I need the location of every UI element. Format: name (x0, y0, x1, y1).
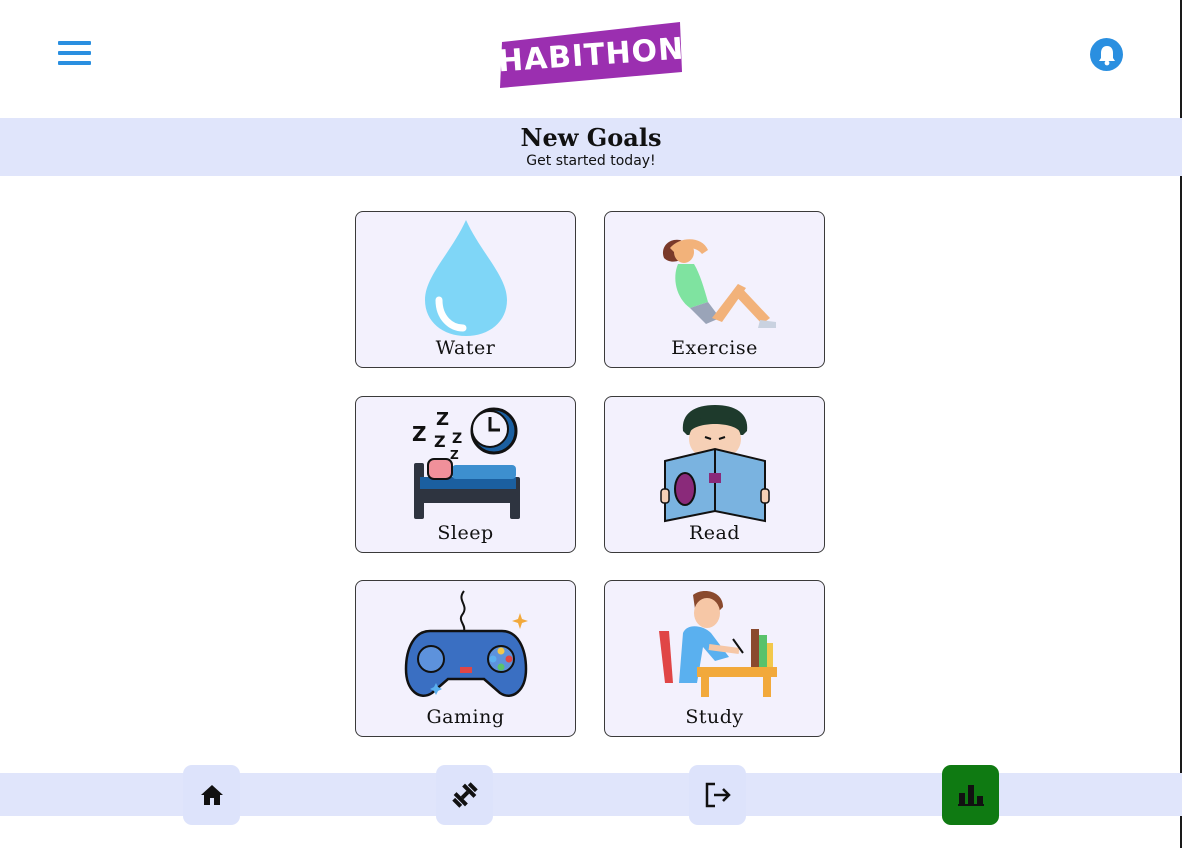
study-desk-icon (658, 591, 777, 697)
goal-card-sleep[interactable]: Z Z Z Z Z Sleep (355, 396, 576, 553)
goal-card-study[interactable]: Study (604, 580, 825, 737)
logo-text: HABITHON (496, 31, 686, 79)
bar-chart-icon (957, 785, 984, 806)
page-title: New Goals (520, 123, 662, 152)
dumbbell-icon (451, 782, 478, 808)
bell-icon[interactable] (1090, 38, 1123, 71)
sleep-bed-icon: Z Z Z Z Z (412, 407, 520, 519)
exercise-situp-icon (662, 239, 776, 328)
svg-text:Z: Z (452, 431, 462, 447)
goal-label: Read (688, 522, 741, 544)
logout-icon (705, 782, 731, 808)
home-icon (200, 785, 223, 805)
goal-label: Water (435, 337, 496, 359)
goal-card-exercise[interactable]: Exercise (604, 211, 825, 368)
svg-text:Z: Z (412, 422, 427, 446)
goal-card-read[interactable]: Read (604, 396, 825, 553)
goal-label: Sleep (437, 522, 494, 544)
svg-text:Z: Z (436, 409, 449, 430)
goal-card-water[interactable]: Water (355, 211, 576, 368)
nav-home-button[interactable] (183, 765, 240, 825)
hamburger-menu-icon[interactable] (58, 40, 91, 66)
water-drop-icon (424, 220, 507, 336)
svg-text:Z: Z (450, 448, 459, 462)
svg-text:Z: Z (434, 432, 446, 451)
nav-logout-button[interactable] (689, 765, 746, 825)
gamepad-icon (404, 590, 528, 697)
goal-card-gaming[interactable]: Gaming (355, 580, 576, 737)
nav-workout-button[interactable] (436, 765, 493, 825)
goal-label: Study (685, 706, 744, 728)
read-book-icon (659, 405, 770, 523)
bottom-nav-bar (0, 773, 1182, 816)
goal-label: Gaming (426, 706, 505, 728)
page-banner: New Goals Get started today! (0, 118, 1182, 176)
page-subtitle: Get started today! (526, 153, 656, 169)
nav-stats-button[interactable] (942, 765, 999, 825)
goal-label: Exercise (671, 337, 758, 359)
